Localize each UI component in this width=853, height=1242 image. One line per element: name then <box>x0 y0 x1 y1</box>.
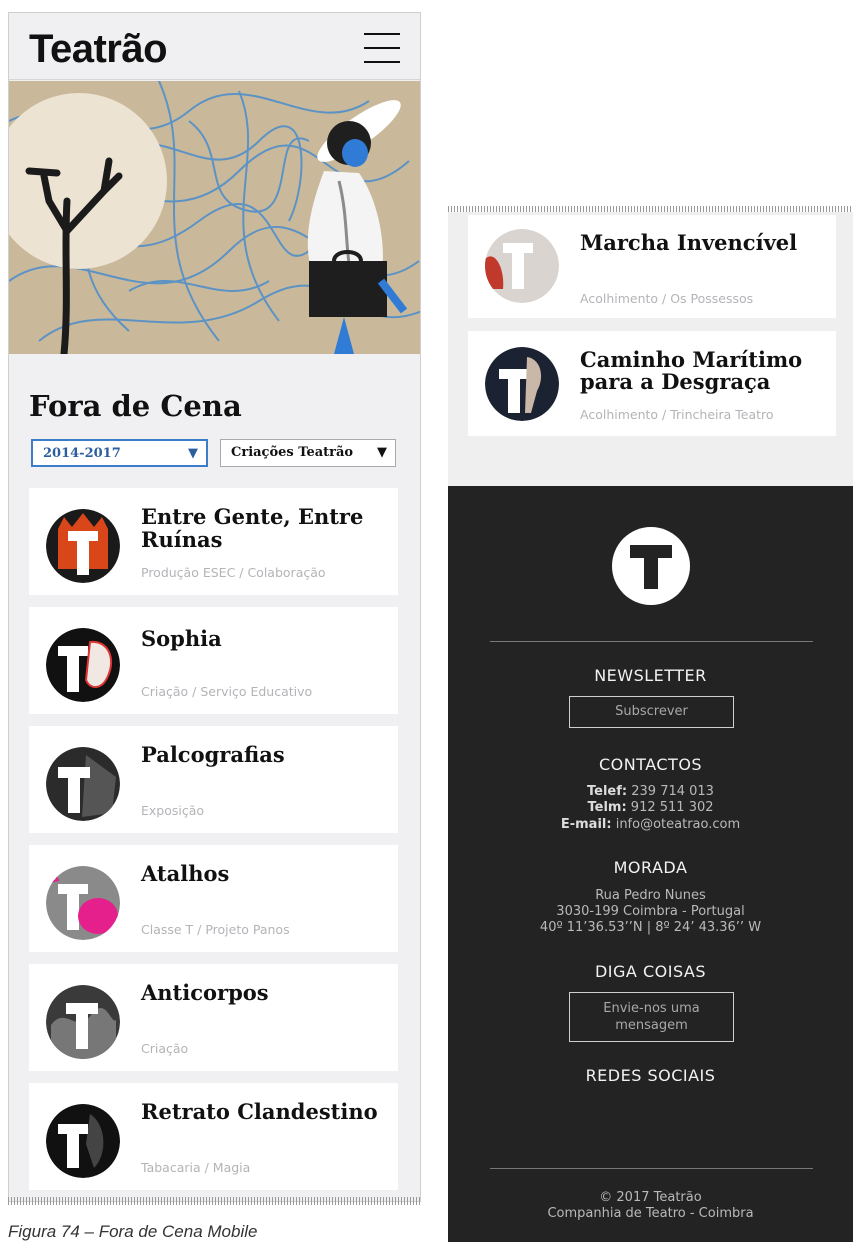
page-title: Fora de Cena <box>29 389 242 423</box>
mobile-label: Telm: <box>587 800 627 815</box>
list-item-caminho-maritimo[interactable]: Caminho Marítimo para a Desgraça Acolhim… <box>468 331 836 436</box>
contacts-heading: CONTACTOS <box>598 755 703 774</box>
card-subtitle: Exposição <box>141 803 205 818</box>
scroll-edge-marker <box>8 1197 421 1205</box>
year-filter-dropdown[interactable]: 2014-2017 ▼ <box>31 439 208 467</box>
newsletter-heading: NEWSLETTER <box>594 666 707 685</box>
card-subtitle: Acolhimento / Os Possessos <box>580 291 754 306</box>
list-item-atalhos[interactable]: Atalhos Classe T / Projeto Panos <box>29 845 398 952</box>
phone-label: Telef: <box>587 784 628 799</box>
footer-divider <box>490 641 813 642</box>
send-message-label-line2: mensagem <box>615 1018 688 1033</box>
card-title-line2: Ruínas <box>141 527 223 552</box>
subscribe-button[interactable]: Subscrever <box>569 696 734 728</box>
card-title: Retrato Clandestino <box>141 1099 378 1124</box>
message-heading: DIGA COISAS <box>594 962 706 981</box>
project-thumbnail <box>46 628 120 702</box>
card-subtitle: Acolhimento / Trincheira Teatro <box>580 407 774 422</box>
card-title: Entre Gente, Entre <box>141 504 364 529</box>
card-title-line2: para a Desgraça <box>580 369 771 394</box>
project-thumbnail <box>46 985 120 1059</box>
project-thumbnail <box>485 347 559 421</box>
card-subtitle: Produção ESEC / Colaboração <box>141 565 326 580</box>
contact-phone: Telef: 239 714 013 <box>448 784 853 799</box>
list-item-entre-gente[interactable]: Entre Gente, Entre Ruínas Produção ESEC … <box>29 488 398 595</box>
footer-divider <box>490 1168 813 1169</box>
card-title: Marcha Invencível <box>580 230 798 255</box>
contact-email: E-mail: info@oteatrao.com <box>448 817 853 832</box>
hamburger-menu-icon[interactable] <box>364 31 400 65</box>
address-heading: MORADA <box>613 858 688 877</box>
card-title: Atalhos <box>141 861 230 886</box>
card-title: Palcografias <box>141 742 285 767</box>
figure-caption: Figura 74 – Fora de Cena Mobile <box>8 1222 258 1241</box>
hero-illustration <box>9 81 420 354</box>
list-item-anticorpos[interactable]: Anticorpos Criação <box>29 964 398 1071</box>
social-heading: REDES SOCIAIS <box>585 1066 716 1085</box>
card-subtitle: Classe T / Projeto Panos <box>141 922 290 937</box>
card-title: Sophia <box>141 626 222 651</box>
phone-value[interactable]: 239 714 013 <box>631 784 714 799</box>
copyright-text: © 2017 Teatrão <box>599 1190 702 1205</box>
project-thumbnail <box>46 747 120 821</box>
address-line: 3030-199 Coimbra - Portugal <box>556 904 745 919</box>
mobile-value[interactable]: 912 511 302 <box>631 800 714 815</box>
list-item-marcha-invencivel[interactable]: Marcha Invencível Acolhimento / Os Posse… <box>468 215 836 318</box>
chevron-down-icon: ▼ <box>377 445 387 460</box>
card-title: Anticorpos <box>141 980 269 1005</box>
site-logo[interactable]: Teatrão <box>29 27 168 72</box>
send-message-label: Envie-nos uma <box>603 1001 700 1016</box>
card-subtitle: Criação / Serviço Educativo <box>141 684 313 699</box>
project-thumbnail <box>46 1104 120 1178</box>
card-title: Caminho Marítimo <box>580 347 803 372</box>
project-thumbnail <box>485 229 559 303</box>
card-subtitle: Criação <box>141 1041 189 1056</box>
mobile-screen-fora-de-cena: Teatrão Fora de Cena 2014-2017 ▼ Criaçõe… <box>8 12 421 1202</box>
address-line: Rua Pedro Nunes <box>595 888 706 903</box>
list-item-retrato-clandestino[interactable]: Retrato Clandestino Tabacaria / Magia <box>29 1083 398 1190</box>
email-label: E-mail: <box>560 817 612 832</box>
coordinates-line: 40º 11’36.53’’N | 8º 24’ 43.36’’ W <box>539 920 762 935</box>
year-filter-value: 2014-2017 <box>43 446 121 461</box>
teatrao-t-logo-icon[interactable] <box>612 527 690 610</box>
site-footer: NEWSLETTER Subscrever CONTACTOS Telef: 2… <box>448 486 853 1242</box>
list-item-sophia[interactable]: Sophia Criação / Serviço Educativo <box>29 607 398 714</box>
company-text: Companhia de Teatro - Coimbra <box>547 1206 754 1221</box>
send-message-button[interactable]: Envie-nos uma mensagem <box>569 992 734 1042</box>
email-link[interactable]: info@oteatrao.com <box>616 817 740 832</box>
chevron-down-icon: ▼ <box>188 446 198 461</box>
mobile-screen-scrolled-footer: Marcha Invencível Acolhimento / Os Posse… <box>448 212 853 1242</box>
project-thumbnail <box>46 866 120 940</box>
header-divider <box>9 79 420 80</box>
project-thumbnail <box>46 509 120 583</box>
category-filter-value: Criações Teatrão <box>231 445 354 460</box>
card-subtitle: Tabacaria / Magia <box>141 1160 251 1175</box>
contact-mobile: Telm: 912 511 302 <box>448 800 853 815</box>
list-item-palcografias[interactable]: Palcografias Exposição <box>29 726 398 833</box>
category-filter-dropdown[interactable]: Criações Teatrão ▼ <box>220 439 396 467</box>
